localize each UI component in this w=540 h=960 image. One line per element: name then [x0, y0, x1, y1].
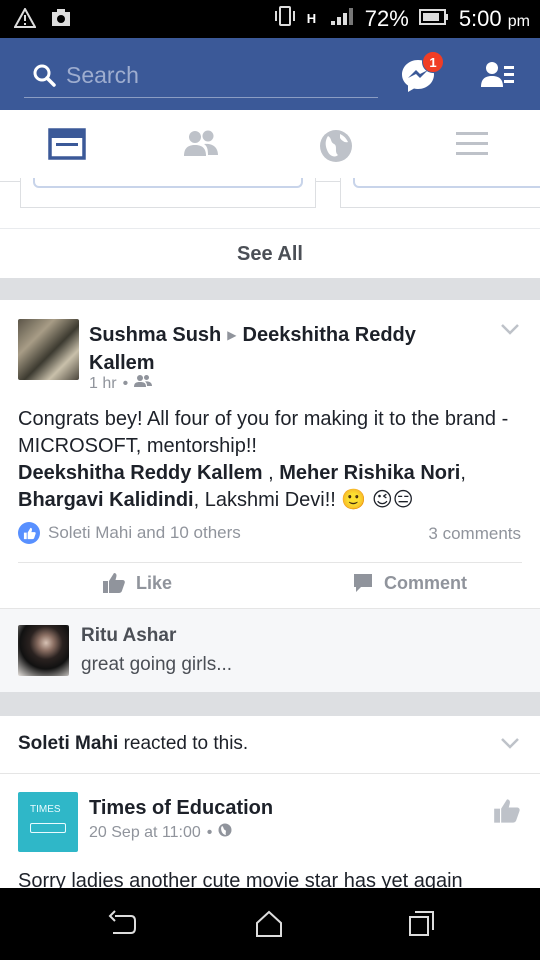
suggestion-card[interactable]	[20, 178, 316, 208]
thumbs-up-icon	[103, 573, 125, 593]
clock: 5:00 pm	[458, 6, 530, 31]
suggestion-cards	[0, 178, 540, 228]
search-field[interactable]	[24, 54, 378, 98]
tab-news-feed[interactable]	[48, 128, 88, 164]
battery-percent: 72%	[364, 6, 409, 31]
commenter-avatar[interactable]	[18, 625, 69, 676]
feed-post: TIMES Times of Education 20 Sep at 11:00…	[0, 775, 540, 888]
comment-button[interactable]: Comment	[352, 572, 467, 594]
post-header: Sushma Sush ▶ Deekshitha Reddy Kallem	[89, 322, 469, 376]
tab-menu[interactable]	[454, 128, 494, 164]
globe-icon	[320, 130, 352, 162]
reactor-name[interactable]: Soleti Mahi	[18, 733, 118, 754]
comment-icon	[354, 574, 372, 592]
back-icon	[108, 910, 136, 934]
avatar-logo-text: TIMES	[30, 804, 61, 815]
friends-icon	[184, 130, 218, 156]
commenter-name[interactable]: Ritu Ashar	[81, 625, 176, 647]
search-input[interactable]	[66, 58, 366, 92]
public-globe-icon	[218, 823, 232, 842]
reaction-text: reacted to this.	[118, 733, 249, 754]
photo-notification-icon	[50, 8, 72, 33]
author-name[interactable]: Sushma Sush	[89, 324, 221, 346]
page-like-button[interactable]	[493, 798, 521, 829]
back-button[interactable]	[107, 910, 137, 938]
suggestion-card[interactable]	[340, 178, 540, 208]
system-nav-bar	[0, 888, 540, 960]
like-label: Like	[136, 572, 173, 593]
reaction-story-header: Soleti Mahi reacted to this.	[0, 716, 540, 774]
like-button[interactable]: Like	[102, 572, 172, 594]
status-bar: H 72% 5:00 pm	[0, 0, 540, 38]
post-text: Sorry ladies another cute movie star has…	[18, 870, 463, 888]
tab-notifications[interactable]	[318, 128, 358, 164]
thumbs-up-icon	[494, 799, 520, 823]
messenger-badge: 1	[422, 51, 444, 73]
page-name[interactable]: Times of Education	[89, 797, 273, 820]
home-button[interactable]	[254, 910, 284, 938]
feed-divider	[0, 278, 540, 300]
signal-icon	[329, 5, 355, 33]
warning-icon	[13, 6, 37, 33]
search-icon	[32, 63, 56, 92]
likes-summary[interactable]: Soleti Mahi and 10 others	[18, 522, 241, 544]
top-bar: 1	[0, 38, 540, 110]
like-reaction-icon	[18, 522, 40, 544]
post-meta: 1 hr •	[89, 374, 153, 393]
vibrate-icon	[273, 5, 297, 33]
tab-friends[interactable]	[182, 128, 222, 164]
post-text: Congrats bey! All four of you for making…	[18, 408, 509, 511]
post-body-text: Congrats bey! All four of you for making…	[18, 408, 509, 457]
post-actions: Like Comment	[18, 562, 522, 608]
comment-text: great going girls...	[81, 654, 233, 675]
news-feed-icon	[48, 128, 86, 160]
feed-divider	[0, 692, 540, 716]
recent-apps-button[interactable]	[406, 910, 436, 938]
tagged-person[interactable]: Deekshitha Reddy Kallem	[18, 462, 263, 484]
comment-label: Comment	[384, 572, 468, 593]
friends-audience-icon	[134, 374, 153, 393]
post-meta: 20 Sep at 11:00 •	[89, 823, 232, 842]
friend-requests-button[interactable]	[480, 60, 516, 90]
arrow-icon: ▶	[227, 328, 237, 342]
post-time[interactable]: 20 Sep at 11:00	[89, 824, 201, 842]
see-all-link[interactable]: See All	[0, 228, 540, 278]
author-avatar[interactable]	[18, 319, 79, 380]
chevron-down-icon[interactable]	[501, 324, 519, 336]
post-body-tail: , Lakshmi Devi!! 🙂 😉😑	[193, 489, 414, 511]
network-type-indicator: H	[306, 11, 317, 26]
battery-icon	[418, 6, 449, 32]
tagged-person[interactable]: Bhargavi Kalidindi	[18, 489, 194, 511]
comments-count[interactable]: 3 comments	[428, 524, 521, 544]
feed-post: Sushma Sush ▶ Deekshitha Reddy Kallem 1 hr…	[0, 300, 540, 608]
post-time[interactable]: 1 hr	[89, 375, 117, 393]
tab-bar	[0, 110, 540, 182]
friend-requests-icon	[481, 62, 514, 87]
likes-count-text: Soleti Mahi and 10 others	[48, 523, 241, 542]
home-icon	[256, 910, 282, 937]
hamburger-menu-icon	[456, 132, 488, 155]
comment-preview[interactable]: Ritu Ashar great going girls...	[0, 608, 540, 692]
tagged-person[interactable]: Meher Rishika Nori	[279, 462, 460, 484]
page-avatar[interactable]: TIMES	[18, 792, 78, 852]
chevron-down-icon[interactable]	[501, 738, 519, 750]
recent-apps-icon	[409, 911, 434, 936]
